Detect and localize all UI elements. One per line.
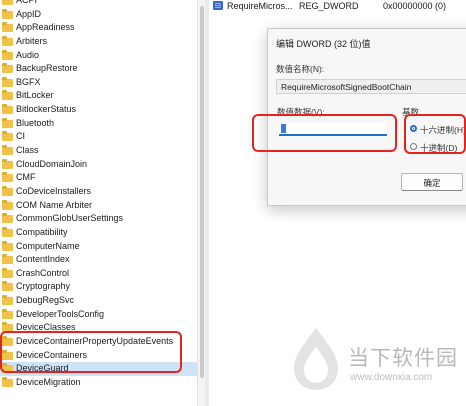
tree-item-label: COM Name Arbiter — [16, 199, 93, 210]
tree-item[interactable]: Arbiters — [0, 35, 197, 49]
tree-item-label: DebugRegSvc — [16, 295, 75, 306]
tree-item-label: ContentIndex — [16, 254, 70, 265]
tree-item-label: AppReadiness — [16, 22, 75, 33]
folder-icon — [2, 172, 13, 183]
folder-icon — [2, 158, 13, 169]
tree-item[interactable]: Cryptography — [0, 280, 197, 294]
tree-item-label: Arbiters — [16, 35, 48, 46]
tree-item[interactable]: ACPI — [0, 0, 197, 8]
tree-item-label: Cryptography — [16, 281, 71, 292]
tree-item-label: ComputerName — [16, 240, 80, 251]
folder-icon — [2, 376, 13, 387]
ok-button[interactable]: 确定 — [401, 173, 463, 191]
folder-icon — [2, 90, 13, 101]
tree-item-label: CloudDomainJoin — [16, 158, 88, 169]
tree-item-label: DeviceMigration — [16, 376, 81, 387]
folder-icon — [2, 63, 13, 74]
tree-item[interactable]: BitLocker — [0, 89, 197, 103]
folder-icon — [2, 8, 13, 19]
tree-item[interactable]: BGFX — [0, 76, 197, 90]
folder-icon — [2, 267, 13, 278]
tree-item-label: Compatibility — [16, 226, 68, 237]
tree-item[interactable]: AppReadiness — [0, 21, 197, 35]
tree-item[interactable]: CrashControl — [0, 267, 197, 281]
value-name-label: 数值名称(N): — [276, 64, 325, 74]
folder-icon — [2, 22, 13, 33]
value-type: REG_DWORD — [299, 1, 359, 11]
tree-scrollbar-thumb[interactable] — [200, 6, 204, 378]
watermark-logo-icon — [294, 328, 338, 390]
tree-item[interactable]: COM Name Arbiter — [0, 199, 197, 213]
tree-item[interactable]: Audio — [0, 49, 197, 63]
tree-item[interactable]: ContentIndex — [0, 253, 197, 267]
tree-item-label: CrashControl — [16, 267, 70, 278]
folder-icon — [2, 295, 13, 306]
value-data-highlight — [252, 114, 397, 152]
tree-item-label: Bluetooth — [16, 117, 55, 128]
tree-item[interactable]: CoDeviceInstallers — [0, 185, 197, 199]
tree-item-label: Class — [16, 145, 39, 156]
tree-item[interactable]: BitlockerStatus — [0, 103, 197, 117]
folder-icon — [2, 308, 13, 319]
folder-icon — [2, 145, 13, 156]
tree-item-label: BackupRestore — [16, 63, 78, 74]
folder-icon — [2, 199, 13, 210]
tree-item[interactable]: AppID — [0, 8, 197, 22]
tree-item[interactable]: Compatibility — [0, 226, 197, 240]
folder-icon — [2, 281, 13, 292]
tree-item[interactable]: BackupRestore — [0, 62, 197, 76]
tree-item[interactable]: DeveloperToolsConfig — [0, 308, 197, 322]
hex-highlight — [404, 114, 466, 154]
folder-icon — [2, 240, 13, 251]
tree-item-label: CoDeviceInstallers — [16, 185, 92, 196]
reg-dword-icon — [213, 1, 223, 10]
tree-item-label: CommonGlobUserSettings — [16, 213, 124, 224]
tree-item-label: CMF — [16, 172, 36, 183]
tree-item[interactable]: ComputerName — [0, 240, 197, 254]
folder-icon — [2, 213, 13, 224]
tree-item[interactable]: DeviceMigration — [0, 376, 197, 390]
tree-item[interactable]: CommonGlobUserSettings — [0, 212, 197, 226]
tree-item-label: BitLocker — [16, 90, 54, 101]
tree-item[interactable]: CI — [0, 130, 197, 144]
watermark-title: 当下软件园 — [348, 347, 458, 370]
folder-icon — [2, 35, 13, 46]
tree-item-label: CI — [16, 131, 25, 142]
tree-item-label: BitlockerStatus — [16, 104, 77, 115]
tree-item[interactable]: Bluetooth — [0, 117, 197, 131]
value-name: RequireMicros... — [227, 1, 293, 11]
tree-item[interactable]: DebugRegSvc — [0, 294, 197, 308]
dialog-title: 编辑 DWORD (32 位)值 — [276, 39, 371, 49]
tree-item-label: Audio — [16, 49, 40, 60]
folder-icon — [2, 226, 13, 237]
tree-item-label: BGFX — [16, 76, 41, 87]
value-name-field: RequireMicrosoftSignedBootChain — [276, 79, 466, 94]
tree-item[interactable]: CMF — [0, 171, 197, 185]
tree-item[interactable]: CloudDomainJoin — [0, 158, 197, 172]
folder-icon — [2, 104, 13, 115]
folder-icon — [2, 131, 13, 142]
watermark-url: www.downxia.com — [350, 372, 433, 383]
tree-item-label: ACPI — [16, 0, 38, 5]
value-data: 0x00000000 (0) — [383, 1, 447, 11]
folder-icon — [2, 254, 13, 265]
folder-icon — [2, 49, 13, 60]
folder-icon — [2, 0, 13, 5]
tree-item[interactable]: Class — [0, 144, 197, 158]
folder-icon — [2, 185, 13, 196]
tree-items-highlight — [0, 331, 182, 373]
folder-icon — [2, 76, 13, 87]
folder-icon — [2, 117, 13, 128]
tree-item-label: DeveloperToolsConfig — [16, 308, 105, 319]
tree-item-label: AppID — [16, 8, 42, 19]
